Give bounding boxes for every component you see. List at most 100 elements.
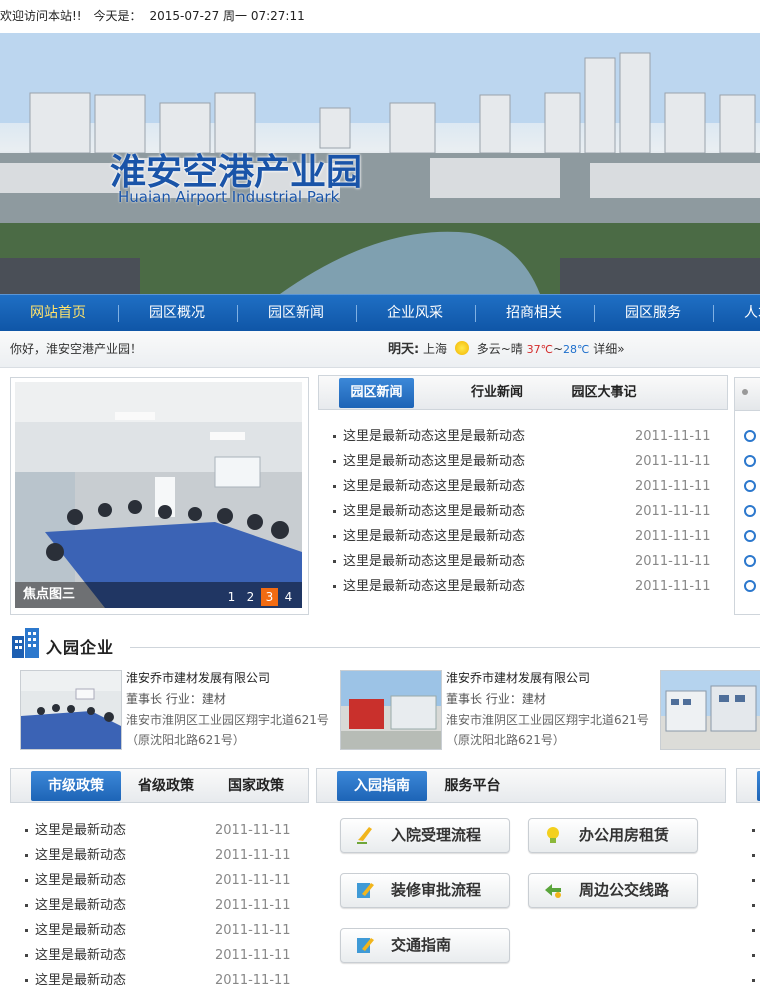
sun-cloud-icon bbox=[454, 341, 469, 355]
policy-title[interactable]: 这里是最新动态 bbox=[35, 923, 126, 938]
news-title[interactable]: 这里是最新动态这里是最新动态 bbox=[343, 454, 525, 469]
focus-page-1[interactable]: 1 bbox=[223, 588, 240, 606]
bullet-icon bbox=[752, 929, 755, 932]
news-date: 2011-11-11 bbox=[635, 529, 711, 544]
company-name[interactable]: 淮安乔市建材发展有限公司 bbox=[126, 669, 270, 686]
entry-process-button[interactable]: 入院受理流程 bbox=[340, 818, 510, 853]
policy-date: 2011-11-11 bbox=[215, 873, 291, 888]
weather-widget: 明天: 上海 多云~晴 37℃~28℃ 详细» bbox=[388, 331, 625, 368]
news-title[interactable]: 这里是最新动态这里是最新动态 bbox=[343, 479, 525, 494]
office-rental-button[interactable]: 办公用房租赁 bbox=[528, 818, 698, 853]
news-title[interactable]: 这里是最新动态这里是最新动态 bbox=[343, 529, 525, 544]
bullet-icon bbox=[25, 929, 28, 932]
nav-item-enterprise[interactable]: 企业风采 bbox=[365, 295, 465, 332]
company-card[interactable]: 淮安乔市建材发展有限公司 董事长 行业：建材 淮安市淮阴区工业园区翔宇北道621… bbox=[20, 668, 330, 750]
news-item[interactable]: 这里是最新动态这里是最新动态 bbox=[333, 474, 525, 499]
circle-bullet-icon bbox=[744, 530, 756, 542]
news-title[interactable]: 这里是最新动态这里是最新动态 bbox=[343, 504, 525, 519]
nav-item-talent[interactable]: 人才 bbox=[722, 295, 760, 332]
policy-item[interactable]: 这里是最新动态 bbox=[25, 943, 126, 968]
news-title[interactable]: 这里是最新动态这里是最新动态 bbox=[343, 429, 525, 444]
company-address: 淮安市淮阴区工业园区翔宇北道621号 bbox=[126, 713, 329, 727]
news-item[interactable]: 这里是最新动态这里是最新动态 bbox=[333, 574, 525, 599]
news-tabs: 园区新闻 行业新闻 园区大事记 bbox=[318, 375, 728, 410]
policy-date: 2011-11-11 bbox=[215, 973, 291, 988]
tab-service-platform[interactable]: 服务平台 bbox=[435, 771, 510, 801]
companies-header-line bbox=[130, 647, 760, 648]
banner-subtitle: Huaian Airport Industrial Park bbox=[118, 188, 340, 206]
news-item[interactable]: 这里是最新动态这里是最新动态 bbox=[333, 449, 525, 474]
policy-title[interactable]: 这里是最新动态 bbox=[35, 973, 126, 988]
buildings-icon bbox=[12, 628, 39, 658]
route-arrows-icon bbox=[545, 884, 561, 898]
policy-item[interactable]: 这里是最新动态 bbox=[25, 918, 126, 943]
renovation-approval-button[interactable]: 装修审批流程 bbox=[340, 873, 510, 908]
policy-item[interactable]: 这里是最新动态 bbox=[25, 893, 126, 918]
nav-divider bbox=[713, 305, 714, 322]
circle-bullet-icon bbox=[744, 555, 756, 567]
circle-bullet-icon bbox=[744, 580, 756, 592]
company-photo bbox=[340, 670, 442, 750]
news-item[interactable]: 这里是最新动态这里是最新动态 bbox=[333, 499, 525, 524]
news-item[interactable]: 这里是最新动态这里是最新动态 bbox=[333, 549, 525, 574]
tab-province-policy[interactable]: 省级政策 bbox=[131, 771, 201, 801]
bullet-icon bbox=[752, 954, 755, 957]
bullet-icon bbox=[25, 829, 28, 832]
tab-park-events[interactable]: 园区大事记 bbox=[559, 378, 649, 408]
tab-park-news[interactable]: 园区新闻 bbox=[339, 378, 414, 408]
policy-title[interactable]: 这里是最新动态 bbox=[35, 898, 126, 913]
nav-item-news[interactable]: 园区新闻 bbox=[246, 295, 346, 332]
meeting-room-photo bbox=[15, 382, 302, 608]
policy-item[interactable]: 这里是最新动态 bbox=[25, 868, 126, 893]
tab-city-policy[interactable]: 市级政策 bbox=[31, 771, 121, 801]
nav-item-overview[interactable]: 园区概况 bbox=[127, 295, 227, 332]
circle-bullet-icon bbox=[744, 505, 756, 517]
focus-slideshow[interactable]: 焦点图三 1234 bbox=[10, 377, 309, 615]
bullet-icon bbox=[333, 560, 336, 563]
top-bar: 欢迎访问本站!! 今天是： 2015-07-27 周一 07:27:11 bbox=[0, 0, 760, 33]
policy-item[interactable]: 这里是最新动态 bbox=[25, 968, 126, 993]
policy-title[interactable]: 这里是最新动态 bbox=[35, 823, 126, 838]
date-label: 今天是： bbox=[93, 9, 142, 23]
company-photo bbox=[660, 670, 760, 750]
bullet-icon bbox=[25, 854, 28, 857]
nav-item-home[interactable]: 网站首页 bbox=[8, 295, 108, 332]
entry-process-label: 入院受理流程 bbox=[391, 826, 482, 844]
bullet-icon bbox=[752, 979, 755, 982]
news-title[interactable]: 这里是最新动态这里是最新动态 bbox=[343, 579, 525, 594]
policy-title[interactable]: 这里是最新动态 bbox=[35, 873, 126, 888]
company-address: 淮安市淮阴区工业园区翔宇北道621号 bbox=[446, 713, 649, 727]
nav-item-investment[interactable]: 招商相关 bbox=[484, 295, 584, 332]
bus-routes-button[interactable]: 周边公交线路 bbox=[528, 873, 698, 908]
tab-national-policy[interactable]: 国家政策 bbox=[221, 771, 291, 801]
bullet-icon bbox=[752, 829, 755, 832]
news-item[interactable]: 这里是最新动态这里是最新动态 bbox=[333, 524, 525, 549]
companies-header: 入园企业 bbox=[10, 626, 760, 662]
bus-routes-label: 周边公交线路 bbox=[579, 881, 670, 899]
focus-page-4[interactable]: 4 bbox=[280, 588, 297, 606]
pen-icon bbox=[357, 827, 372, 844]
document-edit-icon bbox=[357, 883, 374, 898]
weather-detail-link[interactable]: 详细» bbox=[593, 342, 624, 356]
welcome-text: 欢迎访问本站!! bbox=[0, 9, 82, 23]
company-card-partial[interactable] bbox=[660, 668, 760, 750]
policy-item[interactable]: 这里是最新动态 bbox=[25, 843, 126, 868]
policy-title[interactable]: 这里是最新动态 bbox=[35, 948, 126, 963]
weather-condition: 多云~晴 bbox=[476, 342, 523, 356]
policy-item[interactable]: 这里是最新动态 bbox=[25, 818, 126, 843]
document-edit-icon bbox=[357, 938, 374, 953]
nav-item-services[interactable]: 园区服务 bbox=[603, 295, 703, 332]
tab-industry-news[interactable]: 行业新闻 bbox=[457, 378, 537, 408]
focus-page-2[interactable]: 2 bbox=[242, 588, 259, 606]
focus-page-3[interactable]: 3 bbox=[261, 588, 278, 606]
traffic-guide-button[interactable]: 交通指南 bbox=[340, 928, 510, 963]
tab-entry-guide[interactable]: 入园指南 bbox=[337, 771, 427, 801]
renovation-approval-label: 装修审批流程 bbox=[391, 881, 482, 899]
nav-divider bbox=[356, 305, 357, 322]
news-title[interactable]: 这里是最新动态这里是最新动态 bbox=[343, 554, 525, 569]
policy-title[interactable]: 这里是最新动态 bbox=[35, 848, 126, 863]
company-card[interactable]: 淮安乔市建材发展有限公司 董事长 行业：建材 淮安市淮阴区工业园区翔宇北道621… bbox=[340, 668, 650, 750]
company-name[interactable]: 淮安乔市建材发展有限公司 bbox=[446, 669, 590, 686]
circle-bullet-icon bbox=[744, 480, 756, 492]
news-item[interactable]: 这里是最新动态这里是最新动态 bbox=[333, 424, 525, 449]
